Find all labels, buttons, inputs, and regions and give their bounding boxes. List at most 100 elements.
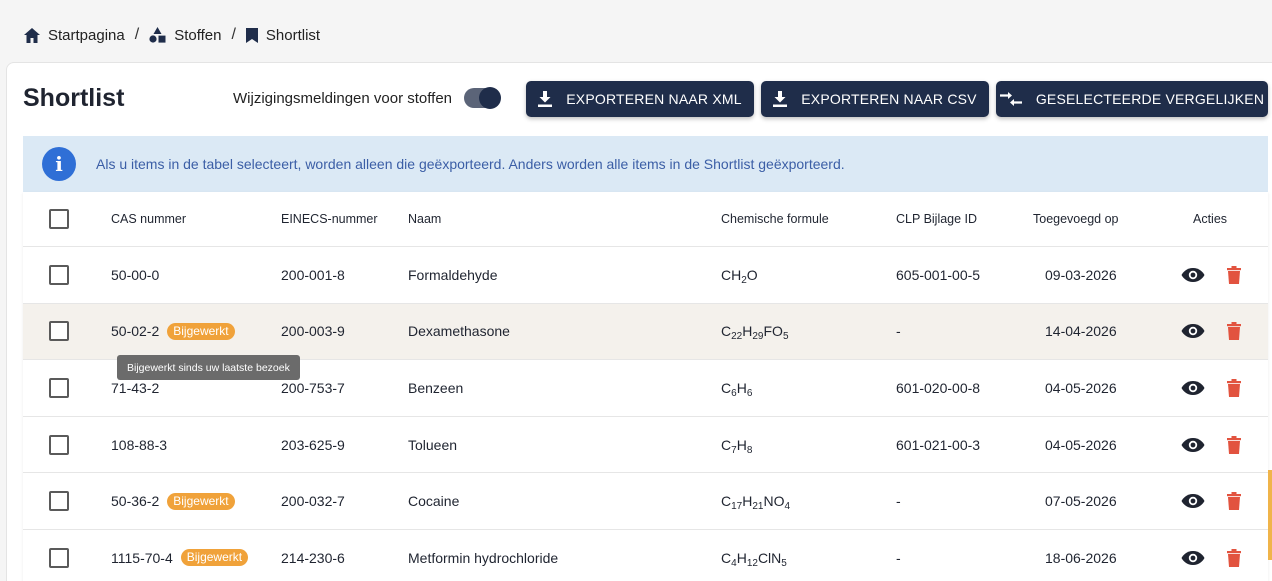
breadcrumb-label: Startpagina [48,26,125,44]
cas-cell: 50-00-0 [111,247,159,303]
select-all-checkbox[interactable] [49,209,69,229]
cas-number: 71-43-2 [111,379,160,396]
button-label: EXPORTEREN NAAR CSV [801,91,977,107]
info-banner: i Als u items in de tabel selecteert, wo… [23,136,1268,192]
table-row[interactable]: 50-00-0 200-001-8 Formaldehyde CH2O 605-001-… [23,247,1268,304]
column-header-acties: Acties [1193,212,1228,226]
table-body: 50-00-0 200-001-8 Formaldehyde CH2O 605-001-… [23,247,1268,581]
row-checkbox[interactable] [49,377,69,398]
delete-trash-icon[interactable] [1227,435,1241,454]
export-csv-button[interactable]: EXPORTEREN NAAR CSV [761,81,989,117]
bookmark-icon [245,27,258,43]
breadcrumb-separator: / [231,26,236,43]
cas-number: 50-00-0 [111,266,160,283]
cas-cell: 50-36-2 Bijgewerkt [111,473,235,529]
date-added: 09-03-2026 [1045,266,1117,283]
delete-trash-icon[interactable] [1227,378,1241,397]
column-header-toegevoegd[interactable]: Toegevoegd op [1033,192,1119,246]
updated-tooltip: Bijgewerkt sinds uw laatste bezoek [117,355,300,380]
view-eye-icon[interactable] [1181,493,1205,509]
table-row[interactable]: 50-02-2 Bijgewerkt 200-003-9 Dexamethasone C… [23,303,1268,361]
breadcrumb-label: Stoffen [174,26,222,44]
breadcrumb-home[interactable]: Startpagina [24,27,125,44]
cas-cell: 108-88-3 [111,417,167,473]
row-actions [1181,247,1241,303]
chemical-formula: C6H6 [721,379,753,399]
toggle-knob [479,87,502,109]
substance-name: Benzeen [408,379,464,396]
breadcrumb-separator: / [134,26,140,43]
date-added: 04-05-2026 [1045,436,1117,453]
download-icon [773,91,788,107]
table-header-row: CAS nummer EINECS-nummer Naam Chemische … [23,192,1268,247]
compare-selected-button[interactable]: GESELECTEERDE VERGELIJKEN [996,81,1268,117]
chemical-formula: C7H8 [721,436,753,456]
clp-id: 601-021-00-3 [896,436,981,453]
breadcrumb: Startpagina / Stoffen / Shortlist [24,24,320,46]
updated-badge[interactable]: Bijgewerkt [180,549,249,567]
row-checkbox[interactable] [49,264,69,285]
substance-name: Cocaine [408,493,460,510]
clp-id: - [896,493,901,510]
row-actions [1181,530,1241,581]
date-added: 14-04-2026 [1045,323,1117,340]
column-header-naam[interactable]: Naam [408,192,441,246]
info-icon: i [42,147,76,181]
breadcrumb-stoffen[interactable]: Stoffen [149,27,221,44]
clp-id: - [896,549,901,566]
chemical-formula: CH2O [721,266,758,286]
table-row[interactable]: 50-36-2 Bijgewerkt 200-032-7 Cocaine C17H21N… [23,473,1268,530]
cas-number: 108-88-3 [111,436,168,453]
view-eye-icon[interactable] [1181,267,1205,283]
shapes-icon [149,27,166,43]
chemical-formula: C17H21NO4 [721,493,791,513]
shortlist-table: CAS nummer EINECS-nummer Naam Chemische … [23,192,1268,581]
substance-name: Formaldehyde [408,266,498,283]
table-row[interactable]: 1115-70-4 Bijgewerkt 214-230-6 Metformin hy… [23,530,1268,581]
row-select-cell [49,417,69,473]
einecs-number: 200-032-7 [281,493,345,510]
button-label: EXPORTEREN NAAR XML [566,91,742,107]
column-header-cas[interactable]: CAS nummer [111,192,186,246]
updated-badge[interactable]: Bijgewerkt [167,322,235,340]
table-row[interactable]: 108-88-3 203-625-9 Tolueen C7H8 601-021-00-3… [23,417,1268,474]
row-select-cell [49,360,69,416]
change-notifications-toggle[interactable] [464,87,502,109]
cas-number: 50-36-2 [111,493,160,510]
substance-name: Metformin hydrochloride [408,549,559,566]
home-icon [24,27,40,43]
column-header-formule[interactable]: Chemische formule [721,192,829,246]
view-eye-icon[interactable] [1181,380,1205,396]
page-title: Shortlist [23,84,125,112]
einecs-number: 214-230-6 [281,549,345,566]
breadcrumb-current: Shortlist [245,26,321,44]
einecs-number: 200-001-8 [281,266,345,283]
date-added: 04-05-2026 [1045,379,1117,396]
export-xml-button[interactable]: EXPORTEREN NAAR XML [526,81,754,117]
download-icon [538,91,553,107]
cas-cell: 50-02-2 Bijgewerkt [111,304,235,360]
row-checkbox[interactable] [49,434,69,455]
info-text: Als u items in de tabel selecteert, word… [96,156,845,172]
column-header-einecs[interactable]: EINECS-nummer [281,192,378,246]
row-actions [1181,304,1241,360]
view-eye-icon[interactable] [1181,437,1205,453]
delete-trash-icon[interactable] [1227,322,1241,341]
row-actions [1181,360,1241,416]
delete-trash-icon[interactable] [1227,492,1241,511]
breadcrumb-label: Shortlist [265,26,321,44]
button-label: GESELECTEERDE VERGELIJKEN [1035,91,1265,107]
view-eye-icon[interactable] [1181,550,1205,566]
row-select-cell [49,247,69,303]
view-eye-icon[interactable] [1181,323,1205,339]
delete-trash-icon[interactable] [1227,265,1241,284]
updated-badge[interactable]: Bijgewerkt [167,492,235,510]
row-checkbox[interactable] [49,491,69,512]
row-actions [1181,417,1241,473]
column-header-clp[interactable]: CLP Bijlage ID [896,192,977,246]
delete-trash-icon[interactable] [1227,548,1241,567]
date-added: 07-05-2026 [1045,493,1117,510]
row-select-cell [49,530,69,581]
row-checkbox[interactable] [49,321,69,342]
row-checkbox[interactable] [49,547,69,568]
